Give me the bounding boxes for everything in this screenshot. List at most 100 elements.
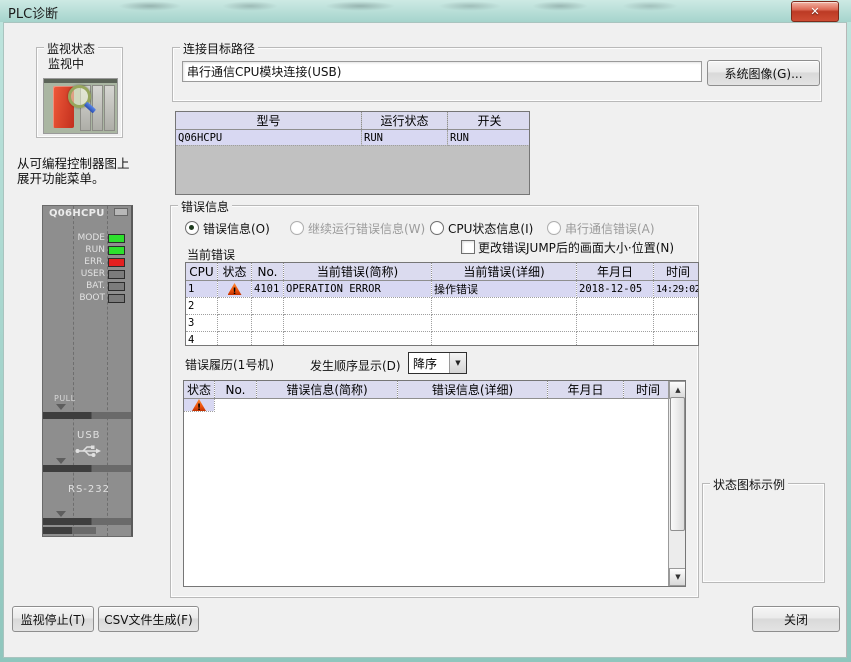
cell-time xyxy=(654,332,700,347)
led-bat-light xyxy=(108,282,125,291)
cell-date xyxy=(577,315,654,332)
chevron-down-icon[interactable]: ▼ xyxy=(449,353,466,373)
resize-after-jump-checkbox[interactable] xyxy=(461,240,475,254)
table-header-row: CPU状态No.当前错误(简称)当前错误(详细)年月日时间 xyxy=(186,263,699,281)
cell: RUN xyxy=(448,130,531,146)
led-mode-light xyxy=(108,234,125,243)
close-icon: ✕ xyxy=(810,5,819,18)
current-error-row[interactable]: 4 xyxy=(186,332,699,347)
led-label: ERR. xyxy=(84,257,105,267)
led-row: BOOT xyxy=(43,292,125,304)
led-label: MODE xyxy=(78,233,105,243)
led-row: USER xyxy=(43,268,125,280)
csv-generate-button[interactable]: CSV文件生成(F) xyxy=(98,606,199,632)
column-header: No. xyxy=(215,381,257,399)
column-header: CPU xyxy=(186,263,218,281)
column-header: 状态 xyxy=(218,263,252,281)
scroll-down-icon[interactable]: ▼ xyxy=(669,568,686,586)
close-button[interactable]: ✕ xyxy=(791,1,839,22)
cpu-model-table[interactable]: 型号运行状态开关Q06HCPURUNRUN xyxy=(175,111,530,195)
display-order-select[interactable]: 降序 ▼ xyxy=(408,352,467,374)
error-history-label: 错误履历(1号机) xyxy=(185,356,274,373)
cell-no xyxy=(252,298,284,315)
history-scrollbar[interactable]: ▲ ▼ xyxy=(668,381,685,586)
cell-date xyxy=(577,298,654,315)
cell-name xyxy=(284,332,432,347)
table-row[interactable]: Q06HCPURUNRUN xyxy=(176,130,530,146)
user-specified-warning-icon xyxy=(192,399,206,411)
plc-notch xyxy=(114,208,128,216)
led-user-light xyxy=(108,270,125,279)
column-header: 当前错误(详细) xyxy=(432,263,577,281)
plc-photo[interactable] xyxy=(43,78,118,134)
led-row: ERR. xyxy=(43,256,125,268)
cell-status xyxy=(218,315,252,332)
led-row: MODE xyxy=(43,232,125,244)
column-header: 错误信息(简称) xyxy=(257,381,398,399)
radio-4[interactable]: 串行通信错误(A) xyxy=(547,221,655,235)
column-header: 运行状态 xyxy=(362,112,448,130)
led-label: USER xyxy=(81,269,105,279)
cell: RUN xyxy=(362,130,448,146)
led-row: RUN xyxy=(43,244,125,256)
rs232-section-arrow-icon xyxy=(56,511,66,517)
cell-no xyxy=(252,315,284,332)
connection-path-field[interactable]: 串行通信CPU模块连接(USB) xyxy=(182,61,702,82)
error-info-group-label: 错误信息 xyxy=(178,198,232,215)
radio-3[interactable]: CPU状态信息(I) xyxy=(430,221,533,235)
column-header: No. xyxy=(252,263,284,281)
cell-cpu: 4 xyxy=(186,332,218,347)
current-error-row[interactable]: 3 xyxy=(186,315,699,332)
column-header: 年月日 xyxy=(577,263,654,281)
cell-name xyxy=(284,315,432,332)
column-header: 时间 xyxy=(624,381,673,399)
led-row: BAT. xyxy=(43,280,125,292)
history-error-row[interactable] xyxy=(184,399,673,412)
led-run-light xyxy=(108,246,125,255)
cell-status xyxy=(218,332,252,347)
cell-date: 2018-12-05 xyxy=(577,281,654,298)
status-icon-legend-label: 状态图标示例 xyxy=(710,476,788,493)
cell-status xyxy=(184,399,215,412)
cell-name xyxy=(284,298,432,315)
radio-label: 串行通信错误(A) xyxy=(565,220,655,237)
column-header: 年月日 xyxy=(548,381,624,399)
resize-after-jump-label: 更改错误JUMP后的画面大小·位置(N) xyxy=(478,239,674,256)
current-error-table[interactable]: CPU状态No.当前错误(简称)当前错误(详细)年月日时间14101OPERAT… xyxy=(185,262,699,346)
column-header: 错误信息(详细) xyxy=(398,381,548,399)
column-header: 状态 xyxy=(184,381,215,399)
column-header: 型号 xyxy=(176,112,362,130)
radio-circle-icon xyxy=(290,221,304,235)
usb-icon xyxy=(75,444,101,458)
monitor-stop-button[interactable]: 监视停止(T) xyxy=(12,606,94,632)
title-bar[interactable]: PLC诊断 xyxy=(0,0,851,22)
pull-label: PULL xyxy=(54,394,76,403)
table-header-row: 型号运行状态开关 xyxy=(176,112,530,130)
dialog-close-button[interactable]: 关闭 xyxy=(752,606,840,632)
user-specified-warning-icon xyxy=(228,283,242,295)
radio-circle-icon xyxy=(185,221,199,235)
cell-cpu: 3 xyxy=(186,315,218,332)
cell-no: 4101 xyxy=(252,281,284,298)
current-error-row[interactable]: 14101OPERATION ERROR操作错误2018-12-0514:29:… xyxy=(186,281,699,298)
cell-detail xyxy=(432,332,577,347)
window-title: PLC诊断 xyxy=(8,3,58,22)
led-boot-light xyxy=(108,294,125,303)
plc-model-label: Q06HCPU xyxy=(49,208,105,219)
cell-time: 14:29:02 xyxy=(654,281,700,298)
led-label: BOOT xyxy=(79,293,105,303)
connection-path-group-label: 连接目标路径 xyxy=(180,40,258,57)
error-history-table[interactable]: 状态No.错误信息(简称)错误信息(详细)年月日时间 ▲ ▼ xyxy=(183,380,686,587)
system-image-button[interactable]: 系统图像(G)... xyxy=(707,60,820,86)
scrollbar-thumb[interactable] xyxy=(670,397,685,531)
radio-1[interactable]: 错误信息(O) xyxy=(185,221,270,235)
led-label: BAT. xyxy=(86,281,105,291)
radio-2[interactable]: 继续运行错误信息(W) xyxy=(290,221,425,235)
led-label: RUN xyxy=(85,245,105,255)
cell-status xyxy=(218,298,252,315)
display-order-label: 发生顺序显示(D) xyxy=(310,357,401,374)
cell-cpu: 2 xyxy=(186,298,218,315)
plc-module-graphic[interactable]: Q06HCPU MODERUNERR.USERBAT.BOOT PULL USB… xyxy=(42,205,133,537)
cell-time xyxy=(654,298,700,315)
current-error-row[interactable]: 2 xyxy=(186,298,699,315)
